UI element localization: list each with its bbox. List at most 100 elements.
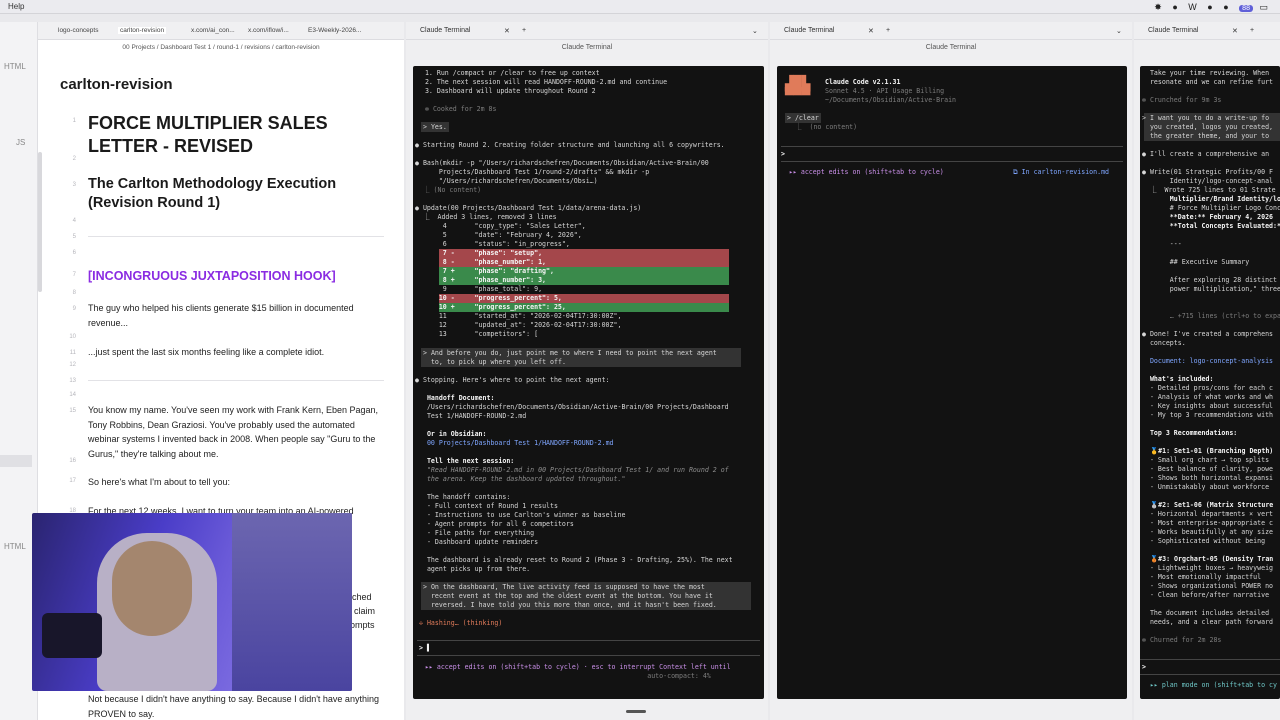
terminal-line: ● Write(01 Strategic Profits/00 F — [1142, 168, 1274, 176]
prompt-input-box[interactable] — [417, 640, 760, 656]
chevron-down-icon[interactable]: ⌄ — [752, 27, 758, 35]
terminal-line: The handoff contains: — [419, 493, 511, 501]
tab-claude-terminal[interactable]: Claude Terminal — [784, 27, 834, 34]
close-icon[interactable]: ✕ — [1232, 27, 1238, 35]
diff-line-added: 7 + "phase": "drafting", — [415, 267, 554, 275]
terminal-line: - Clean before/after narrative — [1142, 591, 1270, 599]
terminal-tab-bar: Claude Terminal ✕ + — [1134, 22, 1280, 40]
html-file-tag-bottom[interactable]: HTML — [4, 542, 26, 551]
terminal-line: Test 1/HANDOFF-ROUND-2.md — [419, 412, 527, 420]
close-icon[interactable]: ✕ — [868, 27, 874, 35]
terminal-line: Projects/Dashboard Test 1/round-2/drafts… — [415, 168, 650, 176]
tab-claude-terminal[interactable]: Claude Terminal — [420, 27, 470, 34]
line-number: 14 — [69, 392, 76, 398]
terminal-line: > /clear — [787, 114, 819, 122]
accept-edits-status: ▸▸ accept edits on (shift+tab to cycle) … — [417, 663, 731, 671]
terminal-line: Top 3 Recommendations: — [1142, 429, 1238, 437]
page-title: carlton-revision — [60, 76, 173, 93]
tray-icons[interactable]: ✸ ● W ● ● — [1154, 2, 1232, 12]
tray-end-icon[interactable]: ▭ — [1259, 2, 1272, 12]
terminal-line: - Shows organizational POWER no — [1142, 582, 1274, 590]
prompt-cursor[interactable]: > — [781, 150, 789, 159]
terminal-line: - Most emotionally impactful — [1142, 573, 1262, 581]
tray-pill[interactable]: 88 — [1239, 5, 1253, 12]
new-tab-icon[interactable]: + — [522, 27, 526, 34]
terminal-line: power multiplication," three — [1142, 285, 1280, 293]
diff-line-added: 8 + "phase_number": 3, — [415, 276, 547, 284]
diff-line-added: 10 + "progress_percent": 25, — [415, 303, 566, 311]
terminal-line: The document includes detailed — [1142, 609, 1270, 617]
terminal-line: > On the dashboard, The live activity fe… — [423, 583, 705, 591]
obsidian-tab-bar: logo-concepts carlton-revision x.com/ai_… — [38, 22, 404, 40]
prompt-cursor[interactable]: > — [1142, 663, 1150, 672]
terminal-line: agent picks up from there. — [419, 565, 531, 573]
terminal-line: Handoff Document: — [419, 394, 495, 402]
context-status: auto-compact: 4% — [417, 672, 711, 680]
terminal-2-output[interactable]: ▟█▙ ▀▀▀ Claude Code v2.1.31 Sonnet 4.5 · … — [777, 66, 1127, 699]
terminal-line: 🥈#2: Set1-06 (Matrix Structure — [1142, 501, 1274, 509]
line-number: 9 — [72, 306, 76, 312]
close-icon[interactable]: ✕ — [504, 27, 510, 35]
hook-heading: [INCONGRUOUS JUXTAPOSITION HOOK] — [88, 269, 336, 283]
tab-x-ai-con[interactable]: x.com/ai_con... — [191, 27, 235, 34]
paragraph-idiot: ...just spent the last six months feelin… — [88, 347, 325, 357]
terminal-line: ● I'll create a comprehensive an — [1142, 150, 1270, 158]
terminal-line: - File paths for everything — [419, 529, 535, 537]
terminal-line: - Unmistakably about workforce — [1142, 483, 1270, 491]
terminal-1-output[interactable]: 1. Run /compact or /clear to free up con… — [413, 66, 764, 699]
html-file-tag[interactable]: HTML — [4, 62, 26, 71]
obsidian-link[interactable]: 00 Projects/Dashboard Test 1/HANDOFF-ROU… — [419, 439, 614, 448]
terminal-line: 🥇#1: Set1-01 (Branching Depth) — [1142, 447, 1274, 455]
line-number: 11 — [69, 350, 76, 356]
terminal-line: "/Users/richardschefren/Documents/Obsi…) — [415, 177, 598, 185]
tab-carlton-revision[interactable]: carlton-revision — [118, 27, 167, 34]
line-number: 12 — [69, 362, 76, 368]
terminal-title: Claude Terminal — [561, 44, 613, 51]
line-number: 3 — [72, 182, 76, 188]
terminal-line: ⎿ Wrote 725 lines to 01 Strate — [1142, 186, 1276, 194]
help-menu[interactable]: Help — [8, 2, 24, 11]
terminal-line: ✻ Crunched for 9m 3s — [1142, 96, 1222, 104]
terminal-line: you created, logos you created, — [1142, 123, 1274, 131]
prompt-cursor[interactable]: > ▌ — [419, 644, 431, 653]
terminal-line: - Agent prompts for all 6 competitors — [419, 520, 574, 528]
terminal-line: ~/Documents/Obsidian/Active-Brain — [825, 96, 957, 104]
terminal-line: - Horizontal departments × vert — [1142, 510, 1274, 518]
line-number: 1 — [72, 118, 76, 124]
js-file-tag[interactable]: JS — [16, 138, 25, 147]
chevron-down-icon[interactable]: ⌄ — [1116, 27, 1122, 35]
terminal-line: the arena. Keep the dashboard updated th… — [419, 475, 626, 483]
line-number: 10 — [69, 334, 76, 340]
new-tab-icon[interactable]: + — [886, 27, 890, 34]
paragraph-you-know-my-name: You know my name. You've seen my work wi… — [88, 405, 379, 459]
prompt-input-box[interactable] — [781, 146, 1123, 162]
terminal-3-output[interactable]: Take your time reviewing. When resonate … — [1140, 66, 1280, 699]
prompt-input-box[interactable] — [1140, 659, 1280, 675]
line-number: 2 — [72, 156, 76, 162]
terminal-line: to, to pick up where you left off. — [423, 358, 566, 366]
tab-e3-weekly[interactable]: E3-Weekly-2026... — [308, 27, 361, 34]
terminal-line: - Analysis of what works and wh — [1142, 393, 1274, 401]
terminal-line: recent event at the top and the oldest e… — [423, 592, 713, 600]
terminal-line: # Force Multiplier Logo Conc — [1142, 204, 1280, 212]
window-resize-handle[interactable] — [626, 710, 646, 713]
terminal-tab-bar: Claude Terminal ✕ + ⌄ — [406, 22, 768, 40]
terminal-line: needs, and a clear path forward — [1142, 618, 1274, 626]
terminal-line: Claude Code v2.1.31 — [825, 78, 901, 86]
tab-x-iflow[interactable]: x.com/iflow/i... — [248, 27, 289, 34]
system-menubar: Help ✸ ● W ● ● 88 ▭ — [0, 0, 1280, 14]
terminal-line: the greater theme, and your to — [1142, 132, 1270, 140]
new-tab-icon[interactable]: + — [1250, 27, 1254, 34]
terminal-line: Sonnet 4.5 · API Usage Billing — [825, 87, 945, 95]
terminal-line: - My top 3 recommendations with — [1142, 411, 1274, 419]
terminal-line: **Date:** February 4, 2026 — [1142, 213, 1274, 221]
diff-line: 11 "started_at": "2026-02-04T17:30:00Z", — [415, 312, 622, 320]
line-number: 16 — [69, 458, 76, 464]
tab-claude-terminal[interactable]: Claude Terminal — [1148, 27, 1198, 34]
editor-scrollbar[interactable] — [38, 152, 42, 292]
tab-logo-concepts[interactable]: logo-concepts — [58, 27, 98, 34]
paragraph-tell-you: So here's what I'm about to tell you: — [88, 477, 231, 487]
document-link[interactable]: Document: logo-concept-analysis — [1142, 357, 1273, 366]
line-number: 8 — [72, 290, 76, 296]
line-number: 13 — [69, 378, 76, 384]
